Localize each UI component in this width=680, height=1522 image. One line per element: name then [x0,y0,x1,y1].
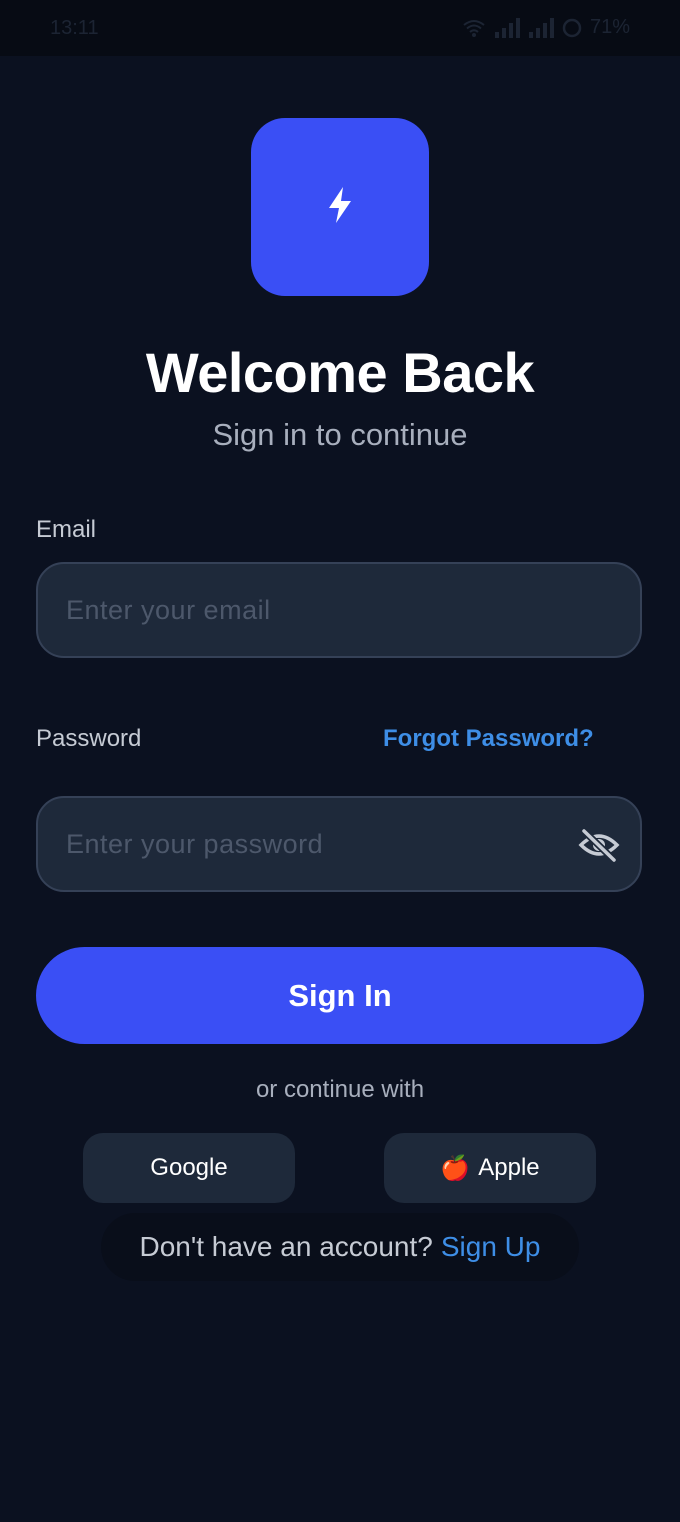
password-field[interactable] [66,798,566,890]
signal-icon [494,17,520,38]
page-title: Welcome Back [145,341,535,404]
apple-emoji-icon: 🍎 [440,1154,471,1182]
password-label: Password [36,725,142,752]
divider-text: or continue with [255,1076,425,1103]
status-time: 13:11 [50,17,99,39]
google-button-label: Google [150,1154,228,1181]
google-button[interactable]: Google [83,1133,295,1203]
eye-off-icon[interactable] [578,828,620,863]
signup-prompt-text: Don't have an account? [139,1231,433,1262]
email-field-container [36,562,642,658]
signup-prompt: Don't have an account? Sign Up [101,1213,579,1281]
password-field-container [36,796,642,892]
email-field[interactable] [66,564,566,656]
wifi-icon [462,18,486,38]
apple-button[interactable]: 🍎 Apple [384,1133,596,1203]
sign-up-link[interactable]: Sign Up [441,1231,541,1263]
app-logo [251,118,429,296]
page-subtitle: Sign in to continue [212,417,468,452]
signal-icon-2 [528,17,554,38]
battery-icon [562,18,582,38]
battery-percent: 71% [589,16,630,38]
status-icons: 71% [462,16,630,39]
email-label: Email [36,516,97,543]
sign-in-button[interactable]: Sign In [36,947,644,1044]
status-bar: 13:11 71% [0,0,680,56]
lightning-bolt-icon [324,185,356,230]
forgot-password-link[interactable]: Forgot Password? [383,725,594,753]
apple-button-label: Apple [478,1154,540,1181]
